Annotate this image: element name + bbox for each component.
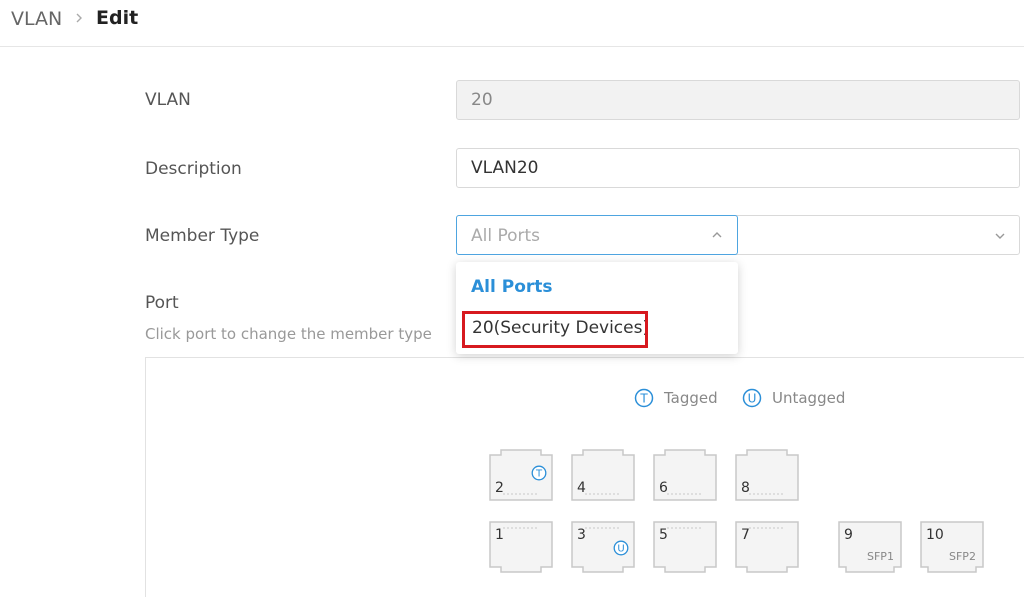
breadcrumb-root[interactable]: VLAN <box>11 8 62 30</box>
page-header: VLAN Edit <box>0 0 1024 47</box>
svg-text:T: T <box>639 392 648 406</box>
member-type-value: All Ports <box>471 226 541 246</box>
description-input[interactable]: VLAN20 <box>456 148 1020 188</box>
tagged-badge-icon: T <box>531 465 547 481</box>
port-4-number: 4 <box>577 480 586 496</box>
member-type-select[interactable]: All Ports <box>456 215 738 255</box>
chevron-right-icon <box>76 13 82 23</box>
port-hint: Click port to change the member type <box>145 325 432 343</box>
vlan-id-field: 20 <box>456 80 1020 120</box>
untagged-icon: U <box>742 388 762 408</box>
port-8-number: 8 <box>741 480 750 496</box>
description-label: Description <box>145 159 242 179</box>
option-all-ports[interactable]: All Ports <box>471 277 553 297</box>
port-6-number: 6 <box>659 480 668 496</box>
port-5-number: 5 <box>659 527 668 543</box>
chevron-up-icon <box>712 232 722 238</box>
port-label: Port <box>145 293 179 313</box>
svg-text:U: U <box>748 392 757 406</box>
member-type-label: Member Type <box>145 226 260 246</box>
svg-text:U: U <box>617 544 624 555</box>
tagged-icon: T <box>634 388 654 408</box>
port-9-type: SFP1 <box>867 550 894 563</box>
port-9-number: 9 <box>844 527 853 543</box>
port-1-number: 1 <box>495 527 504 543</box>
untagged-legend-label: Untagged <box>772 389 846 407</box>
port-7-number: 7 <box>741 527 750 543</box>
untagged-badge-icon: U <box>613 540 629 556</box>
port-2-number: 2 <box>495 480 504 496</box>
breadcrumb-current: Edit <box>96 7 139 29</box>
tagged-legend-label: Tagged <box>664 389 718 407</box>
svg-text:T: T <box>535 469 543 480</box>
port-10-number: 10 <box>926 527 944 543</box>
vlan-label: VLAN <box>145 90 191 110</box>
highlight-annotation-box <box>462 311 648 348</box>
chevron-down-icon <box>995 233 1005 239</box>
port-10-type: SFP2 <box>949 550 976 563</box>
port-3-number: 3 <box>577 527 586 543</box>
